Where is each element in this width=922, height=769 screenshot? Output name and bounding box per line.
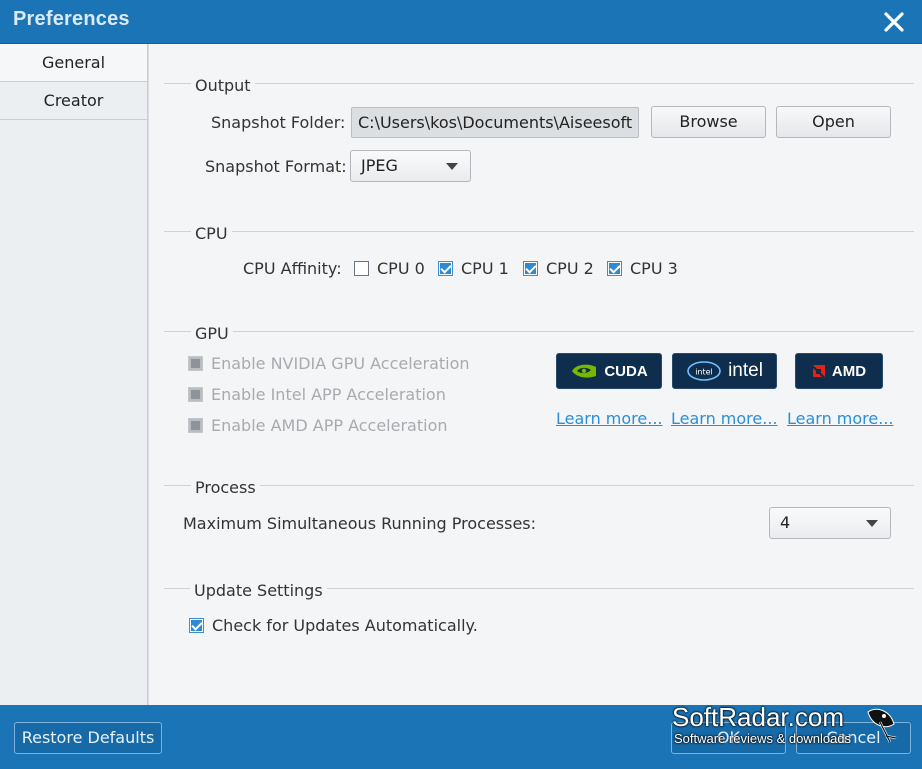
nvidia-acceleration-label: Enable NVIDIA GPU Acceleration bbox=[211, 354, 470, 373]
intel-acceleration-checkbox[interactable]: Enable Intel APP Acceleration bbox=[188, 385, 446, 404]
preferences-panel: Output Snapshot Folder: C:\Users\kos\Doc… bbox=[149, 44, 922, 705]
svg-text:intel: intel bbox=[695, 368, 713, 377]
browse-button[interactable]: Browse bbox=[651, 106, 766, 138]
snapshot-folder-input[interactable]: C:\Users\kos\Documents\Aiseesoft S bbox=[351, 107, 639, 138]
checkbox-unchecked-icon bbox=[354, 261, 369, 276]
max-processes-value: 4 bbox=[780, 513, 791, 532]
checkbox-checked-icon bbox=[523, 261, 538, 276]
cpu-1-label: CPU 1 bbox=[461, 259, 509, 278]
cancel-button[interactable]: Cancel bbox=[796, 722, 911, 754]
intel-logo-text: intel bbox=[728, 360, 763, 381]
section-divider bbox=[164, 331, 914, 332]
max-processes-select[interactable]: 4 bbox=[769, 507, 891, 539]
cpu-1-checkbox[interactable]: CPU 1 bbox=[438, 259, 509, 278]
cpu-0-checkbox[interactable]: CPU 0 bbox=[354, 259, 425, 278]
cpu-2-label: CPU 2 bbox=[546, 259, 594, 278]
amd-logo-text: AMD bbox=[831, 362, 867, 380]
cpu-3-label: CPU 3 bbox=[630, 259, 678, 278]
amd-acceleration-label: Enable AMD APP Acceleration bbox=[211, 416, 448, 435]
checkbox-checked-icon bbox=[189, 618, 204, 633]
cpu-3-checkbox[interactable]: CPU 3 bbox=[607, 259, 678, 278]
footer-bar: Restore Defaults OK Cancel bbox=[0, 705, 922, 769]
max-processes-label: Maximum Simultaneous Running Processes: bbox=[183, 514, 537, 533]
chevron-down-icon bbox=[866, 520, 878, 527]
auto-update-label: Check for Updates Automatically. bbox=[212, 616, 478, 635]
checkbox-disabled-icon bbox=[188, 356, 203, 371]
checkbox-checked-icon bbox=[607, 261, 622, 276]
window-title: Preferences bbox=[13, 8, 130, 30]
amd-acceleration-checkbox[interactable]: Enable AMD APP Acceleration bbox=[188, 416, 448, 435]
cuda-logo-button[interactable]: CUDA bbox=[556, 353, 662, 389]
checkbox-disabled-icon bbox=[188, 387, 203, 402]
sidebar-item-creator[interactable]: Creator bbox=[0, 82, 147, 120]
open-button[interactable]: Open bbox=[776, 106, 891, 138]
checkbox-disabled-icon bbox=[188, 418, 203, 433]
snapshot-folder-label: Snapshot Folder: bbox=[211, 113, 346, 132]
nvidia-acceleration-checkbox[interactable]: Enable NVIDIA GPU Acceleration bbox=[188, 354, 470, 373]
cpu-section-title: CPU bbox=[191, 224, 232, 243]
sidebar: General Creator bbox=[0, 44, 148, 705]
snapshot-format-label: Snapshot Format: bbox=[205, 157, 347, 176]
snapshot-format-select[interactable]: JPEG bbox=[350, 150, 471, 182]
close-icon bbox=[884, 12, 904, 32]
amd-logo-button[interactable]: AMD bbox=[795, 353, 883, 389]
intel-logo-button[interactable]: intel intel bbox=[672, 353, 777, 389]
section-divider bbox=[164, 83, 914, 84]
title-bar: Preferences bbox=[0, 0, 922, 44]
sidebar-item-general[interactable]: General bbox=[0, 44, 147, 82]
section-divider bbox=[164, 485, 914, 486]
gpu-section-title: GPU bbox=[191, 324, 233, 343]
section-divider bbox=[164, 231, 914, 232]
ok-button[interactable]: OK bbox=[671, 722, 786, 754]
close-button[interactable] bbox=[880, 8, 908, 36]
output-section-title: Output bbox=[191, 76, 255, 95]
intel-acceleration-label: Enable Intel APP Acceleration bbox=[211, 385, 446, 404]
snapshot-format-value: JPEG bbox=[361, 156, 398, 175]
cpu-affinity-label: CPU Affinity: bbox=[243, 259, 342, 278]
cuda-logo-text: CUDA bbox=[604, 362, 648, 380]
amd-learn-more-link[interactable]: Learn more... bbox=[787, 409, 894, 428]
cpu-0-label: CPU 0 bbox=[377, 259, 425, 278]
process-section-title: Process bbox=[191, 478, 260, 497]
chevron-down-icon bbox=[446, 163, 458, 170]
intel-learn-more-link[interactable]: Learn more... bbox=[671, 409, 778, 428]
auto-update-checkbox[interactable]: Check for Updates Automatically. bbox=[189, 616, 478, 635]
checkbox-checked-icon bbox=[438, 261, 453, 276]
update-section-title: Update Settings bbox=[190, 581, 327, 600]
intel-icon: intel bbox=[687, 361, 721, 381]
cuda-learn-more-link[interactable]: Learn more... bbox=[556, 409, 663, 428]
nvidia-icon bbox=[572, 364, 597, 378]
cpu-2-checkbox[interactable]: CPU 2 bbox=[523, 259, 594, 278]
restore-defaults-button[interactable]: Restore Defaults bbox=[14, 722, 162, 754]
amd-icon bbox=[812, 365, 825, 377]
